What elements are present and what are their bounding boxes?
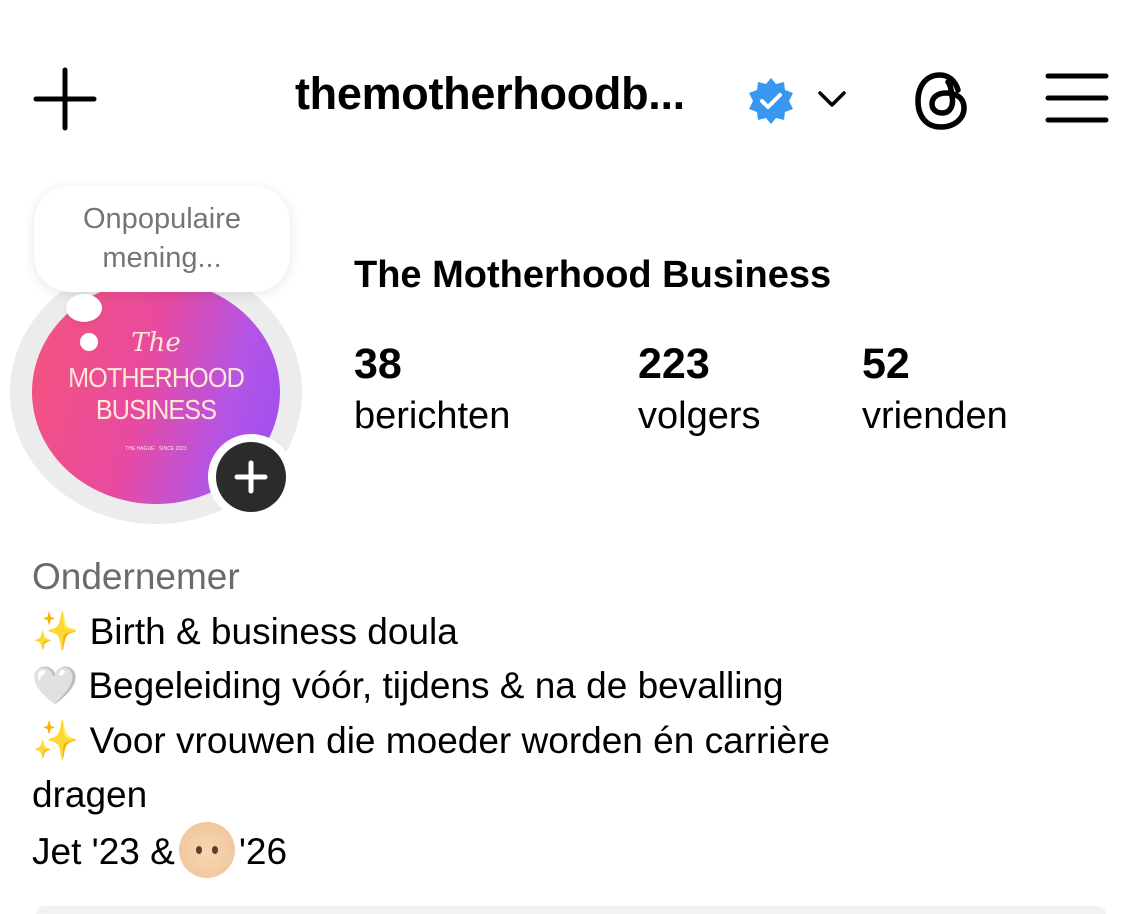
sparkles-icon: ✨ bbox=[32, 718, 80, 762]
sparkles-icon: ✨ bbox=[32, 609, 80, 653]
bio-line-text: Birth & business doula bbox=[89, 611, 458, 652]
bio-line: Jet '23 & '26 bbox=[32, 822, 830, 879]
profile-note-bubble[interactable]: Onpopulaire mening... bbox=[34, 186, 290, 292]
profile-username[interactable]: themotherhoodb... bbox=[295, 68, 685, 120]
stat-posts-count: 38 bbox=[354, 340, 402, 388]
add-story-icon-bg bbox=[216, 442, 286, 512]
bio-line-text: Voor vrouwen die moeder worden én carriè… bbox=[89, 720, 831, 761]
bio-line-text: Begeleiding vóór, tijdens & na de bevall… bbox=[88, 665, 784, 706]
verified-badge-icon bbox=[749, 78, 793, 124]
stat-friends[interactable]: 52 vrienden bbox=[862, 338, 1008, 442]
avatar-logo-title: MOTHERHOOD BUSINESS bbox=[68, 362, 245, 425]
note-text: Onpopulaire mening... bbox=[83, 203, 241, 274]
bio-line: 🤍 Begeleiding vóór, tijdens & na de beva… bbox=[32, 659, 830, 713]
note-bubble-dot bbox=[80, 333, 98, 351]
next-section-edge bbox=[36, 906, 1106, 914]
stat-friends-label: vrienden bbox=[862, 395, 1008, 437]
bio-line-text: Jet '23 & bbox=[32, 831, 175, 872]
bio-line: ✨ Birth & business doula bbox=[32, 604, 830, 659]
threads-icon[interactable] bbox=[910, 68, 976, 134]
stat-followers-label: volgers bbox=[638, 395, 761, 437]
profile-display-name: The Motherhood Business bbox=[354, 254, 832, 296]
baby-icon bbox=[178, 822, 235, 878]
stat-posts-label: berichten bbox=[354, 395, 511, 437]
profile-bio: Ondernemer ✨ Birth & business doula 🤍 Be… bbox=[32, 550, 830, 879]
plus-icon bbox=[234, 460, 268, 494]
plus-icon[interactable] bbox=[32, 66, 98, 132]
bio-line: dragen bbox=[32, 768, 830, 822]
bio-line-text: '26 bbox=[238, 831, 288, 872]
add-story-button[interactable] bbox=[208, 434, 294, 520]
bio-line: ✨ Voor vrouwen die moeder worden én carr… bbox=[32, 713, 830, 768]
bio-line-text: dragen bbox=[32, 774, 148, 815]
note-bubble-tail bbox=[66, 294, 102, 322]
hamburger-menu-icon[interactable] bbox=[1044, 70, 1110, 126]
stat-friends-count: 52 bbox=[862, 340, 910, 388]
avatar-logo-script: The bbox=[131, 328, 181, 358]
stat-followers[interactable]: 223 volgers bbox=[638, 338, 761, 442]
profile-header: themotherhoodb... bbox=[0, 0, 1142, 190]
profile-category: Ondernemer bbox=[32, 556, 240, 597]
chevron-down-icon[interactable] bbox=[812, 82, 852, 116]
white-heart-icon: 🤍 bbox=[32, 664, 79, 707]
stat-followers-count: 223 bbox=[638, 340, 710, 388]
stat-posts[interactable]: 38 berichten bbox=[354, 338, 510, 442]
